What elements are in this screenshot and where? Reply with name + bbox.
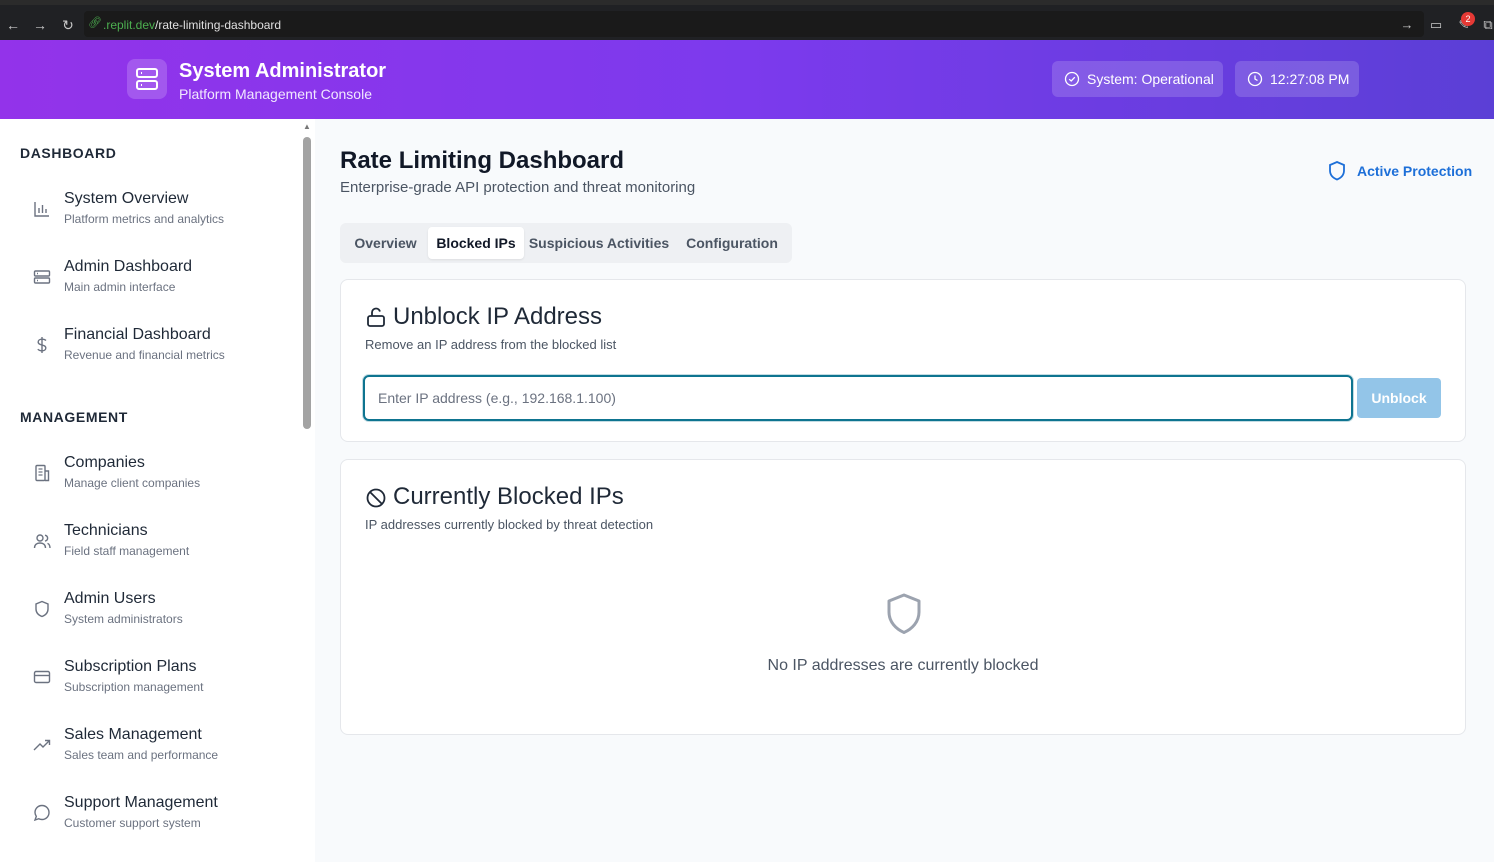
server-logo-icon — [127, 59, 167, 99]
empty-state-text: No IP addresses are currently blocked — [767, 657, 1039, 674]
section-title-dashboard: DASHBOARD — [20, 145, 117, 161]
sidebar-item-label: Financial Dashboard — [64, 326, 211, 343]
forward-arrow-icon[interactable]: → — [31, 16, 49, 34]
sidebar-item-companies[interactable]: Companies Manage client companies — [20, 454, 290, 506]
tab-suspicious-activities[interactable]: Suspicious Activities — [526, 227, 672, 259]
page-subtitle: Enterprise-grade API protection and thre… — [340, 179, 696, 196]
unblock-card-title: Unblock IP Address — [393, 303, 603, 330]
sidebar-item-label: Support Management — [64, 794, 218, 811]
sidebar-item-desc: Subscription management — [64, 680, 204, 694]
blocked-card-desc: IP addresses currently blocked by threat… — [365, 517, 654, 532]
building-icon — [35, 464, 50, 482]
tab-overview[interactable]: Overview — [344, 227, 427, 259]
ban-icon — [366, 488, 386, 508]
sidebar-item-subscription-plans[interactable]: Subscription Plans Subscription manageme… — [20, 658, 290, 710]
monitor-icon[interactable]: ▭ — [1427, 16, 1445, 34]
app-subtitle: Platform Management Console — [179, 86, 372, 102]
system-status-label: System: Operational — [1087, 71, 1214, 87]
sidebar-item-admin-users[interactable]: Admin Users System administrators — [20, 590, 290, 642]
notification-badge: 2 — [1461, 12, 1475, 26]
sidebar-item-label: System Overview — [64, 190, 189, 207]
sidebar-item-desc: Revenue and financial metrics — [64, 348, 225, 362]
check-circle-icon — [1064, 71, 1080, 87]
clock-label: 12:27:08 PM — [1270, 71, 1350, 87]
link-icon: 🔗︎ — [88, 17, 102, 29]
bar-chart-icon — [34, 202, 49, 217]
server-icon — [33, 270, 51, 284]
clock-icon — [1247, 71, 1263, 87]
sidebar-item-desc: Customer support system — [64, 816, 201, 830]
sidebar-item-desc: Sales team and performance — [64, 748, 219, 762]
blocked-card-title: Currently Blocked IPs — [393, 483, 624, 510]
sidebar-item-desc: Platform metrics and analytics — [64, 212, 225, 226]
sidebar-item-label: Subscription Plans — [64, 658, 197, 675]
credit-card-icon — [33, 670, 51, 684]
sidebar-item-technicians[interactable]: Technicians Field staff management — [20, 522, 290, 574]
tab-blocked-ips[interactable]: Blocked IPs — [428, 227, 524, 259]
shield-icon — [35, 600, 49, 618]
share-arrow-icon[interactable]: → — [1398, 16, 1416, 34]
clock-badge: 12:27:08 PM — [1235, 61, 1359, 97]
sidebar-item-desc: Main admin interface — [64, 280, 176, 294]
trending-up-icon — [33, 739, 51, 751]
ip-address-input[interactable] — [363, 375, 1353, 421]
sidebar-item-desc: Field staff management — [64, 544, 190, 558]
sidebar-item-label: Technicians — [64, 522, 148, 539]
app-header: System Administrator Platform Management… — [0, 40, 1494, 119]
blocked-ips-card: Currently Blocked IPs IP addresses curre… — [340, 459, 1466, 735]
edit-window-icon[interactable]: ⧉ — [1479, 16, 1494, 34]
sidebar-item-system-overview[interactable]: System Overview Platform metrics and ana… — [20, 190, 290, 242]
section-title-management: MANAGEMENT — [20, 409, 128, 425]
app-title: System Administrator — [179, 60, 387, 82]
sidebar-item-support-management[interactable]: Support Management Customer support syst… — [20, 794, 290, 846]
dollar-icon — [37, 337, 47, 353]
scroll-up-arrow-icon[interactable]: ▲ — [302, 122, 312, 132]
empty-shield-icon — [887, 593, 921, 634]
sidebar-item-label: Admin Users — [64, 590, 156, 607]
back-arrow-icon[interactable]: ← — [4, 16, 22, 34]
unlock-icon — [367, 307, 385, 327]
active-protection-indicator: Active Protection — [1326, 160, 1472, 182]
page-title: Rate Limiting Dashboard — [340, 147, 625, 174]
tab-bar: Overview Blocked IPs Suspicious Activiti… — [340, 223, 792, 263]
users-icon — [33, 534, 51, 549]
browser-toolbar: ← → ↻ 🔗︎ .replit.dev/rate-limiting-dashb… — [0, 0, 1494, 40]
sidebar-item-desc: System administrators — [64, 612, 183, 626]
message-circle-icon — [33, 804, 50, 822]
shield-icon — [1329, 161, 1345, 181]
address-text[interactable]: .replit.dev/rate-limiting-dashboard — [103, 18, 281, 32]
sidebar-scroll-thumb[interactable] — [303, 137, 311, 429]
reload-icon[interactable]: ↻ — [59, 16, 77, 34]
address-bar[interactable] — [84, 11, 1424, 37]
unblock-ip-card: Unblock IP Address Remove an IP address … — [340, 279, 1466, 442]
sidebar-item-desc: Manage client companies — [64, 476, 201, 490]
unblock-card-desc: Remove an IP address from the blocked li… — [365, 337, 617, 352]
sidebar-item-label: Admin Dashboard — [64, 258, 193, 275]
unblock-button[interactable]: Unblock — [1357, 378, 1441, 418]
sidebar-item-label: Sales Management — [64, 726, 202, 743]
sidebar-item-sales-management[interactable]: Sales Management Sales team and performa… — [20, 726, 290, 778]
sidebar-item-admin-dashboard[interactable]: Admin Dashboard Main admin interface — [20, 258, 290, 310]
sidebar-item-label: Companies — [64, 454, 145, 471]
system-status-badge: System: Operational — [1052, 61, 1223, 97]
sidebar-item-financial-dashboard[interactable]: Financial Dashboard Revenue and financia… — [20, 326, 290, 378]
active-protection-label: Active Protection — [1357, 163, 1473, 179]
tab-configuration[interactable]: Configuration — [676, 227, 788, 259]
